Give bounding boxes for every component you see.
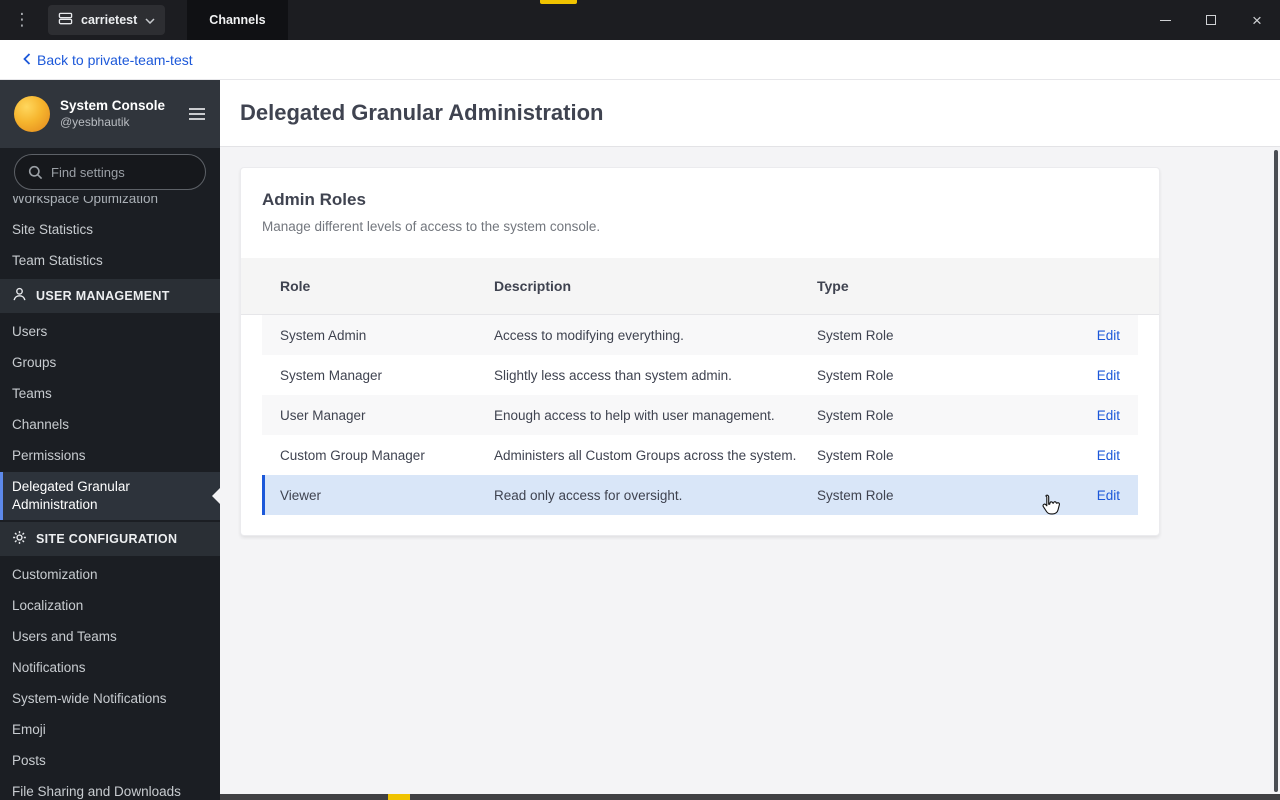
admin-roles-card: Admin Roles Manage different levels of a… <box>240 167 1160 536</box>
role-cell: System Admin <box>280 327 367 343</box>
type-cell: System Role <box>817 407 894 423</box>
type-cell: System Role <box>817 327 894 343</box>
section-site-configuration: SITE CONFIGURATION <box>0 522 220 556</box>
window-minimize-button[interactable] <box>1142 0 1188 40</box>
close-icon: × <box>1252 10 1262 30</box>
card-header: Admin Roles Manage different levels of a… <box>241 168 1159 258</box>
role-cell: User Manager <box>280 407 366 423</box>
sidebar-item-groups[interactable]: Groups <box>0 348 220 379</box>
card-title: Admin Roles <box>262 190 366 209</box>
sidebar-item-file-sharing-and-downloads[interactable]: File Sharing and Downloads <box>0 777 220 800</box>
bottom-edge <box>220 794 1280 800</box>
main-content: Delegated Granular Administration Admin … <box>220 80 1280 800</box>
sidebar: System Console @yesbhautik Workspace Opt… <box>0 80 220 800</box>
window-controls: × <box>1142 0 1280 40</box>
sidebar-item-localization[interactable]: Localization <box>0 591 220 622</box>
table-row-highlighted: Viewer Read only access for oversight. S… <box>262 475 1138 515</box>
type-cell: System Role <box>817 487 894 503</box>
description-cell: Enough access to help with user manageme… <box>494 407 775 423</box>
table-row: System Admin Access to modifying everyth… <box>262 315 1138 355</box>
sidebar-item-channels[interactable]: Channels <box>0 410 220 441</box>
table-row: System Manager Slightly less access than… <box>262 355 1138 395</box>
card-subtitle: Manage different levels of access to the… <box>262 219 601 234</box>
window-maximize-button[interactable] <box>1188 0 1234 40</box>
sidebar-item-emoji[interactable]: Emoji <box>0 715 220 746</box>
role-cell: Viewer <box>280 487 322 503</box>
back-link[interactable]: Back to private-team-test <box>23 52 193 68</box>
console-username: @yesbhautik <box>60 114 130 129</box>
sidebar-item-users[interactable]: Users <box>0 317 220 348</box>
sidebar-item-workspace-optimization[interactable]: Workspace Optimization <box>0 196 220 215</box>
screen-share-indicator-bottom <box>388 794 410 800</box>
team-name: carrietest <box>81 13 138 27</box>
edit-link[interactable]: Edit <box>1097 368 1120 383</box>
section-user-management-label: USER MANAGEMENT <box>36 289 170 303</box>
sidebar-item-permissions[interactable]: Permissions <box>0 441 220 472</box>
page-body: Admin Roles Manage different levels of a… <box>220 147 1280 800</box>
description-cell: Administers all Custom Groups across the… <box>494 447 797 463</box>
section-user-management: USER MANAGEMENT <box>0 279 220 313</box>
maximize-icon <box>1206 15 1216 25</box>
settings-search-input[interactable] <box>14 154 206 190</box>
hamburger-menu-icon[interactable] <box>188 107 206 121</box>
titlebar: ⋮ carrietest Channels × <box>0 0 1280 40</box>
sidebar-item-system-wide-notifications[interactable]: System-wide Notifications <box>0 684 220 715</box>
settings-search <box>0 148 220 196</box>
app-menu-icon[interactable]: ⋮ <box>0 10 44 30</box>
description-cell: Access to modifying everything. <box>494 327 684 343</box>
sidebar-item-team-statistics[interactable]: Team Statistics <box>0 246 220 277</box>
table-row: User Manager Enough access to help with … <box>262 395 1138 435</box>
role-cell: Custom Group Manager <box>280 447 425 463</box>
vertical-scrollbar[interactable] <box>1274 150 1278 792</box>
column-role: Role <box>280 278 311 294</box>
edit-link[interactable]: Edit <box>1097 328 1120 343</box>
team-selector[interactable]: carrietest <box>48 5 166 35</box>
minimize-icon <box>1159 19 1171 21</box>
sidebar-header: System Console @yesbhautik <box>0 80 220 148</box>
sidebar-item-delegated-granular-administration[interactable]: Delegated Granular Administration <box>0 472 220 520</box>
window-close-button[interactable]: × <box>1234 0 1280 40</box>
screen-share-indicator <box>540 0 577 4</box>
content-area: System Console @yesbhautik Workspace Opt… <box>0 80 1280 800</box>
sidebar-item-teams[interactable]: Teams <box>0 379 220 410</box>
user-icon <box>12 287 27 305</box>
gear-icon <box>12 530 27 548</box>
sidebar-item-notifications[interactable]: Notifications <box>0 653 220 684</box>
console-title: System Console <box>60 98 166 114</box>
edit-link[interactable]: Edit <box>1097 448 1120 463</box>
sidebar-item-site-statistics[interactable]: Site Statistics <box>0 215 220 246</box>
edit-link[interactable]: Edit <box>1097 488 1120 503</box>
back-chevron-icon <box>23 52 31 68</box>
avatar <box>14 96 50 132</box>
table-body: System Admin Access to modifying everyth… <box>241 315 1159 515</box>
chevron-down-icon <box>145 13 155 27</box>
console-titles: System Console @yesbhautik <box>60 97 165 130</box>
edit-link[interactable]: Edit <box>1097 408 1120 423</box>
sidebar-item-posts[interactable]: Posts <box>0 746 220 777</box>
page-title: Delegated Granular Administration <box>240 100 604 125</box>
sidebar-item-users-and-teams[interactable]: Users and Teams <box>0 622 220 653</box>
column-type: Type <box>817 278 849 294</box>
sidebar-nav: Workspace Optimization Site Statistics T… <box>0 196 220 800</box>
team-icon <box>58 11 73 29</box>
type-cell: System Role <box>817 447 894 463</box>
column-description: Description <box>494 278 572 294</box>
description-cell: Read only access for oversight. <box>494 487 683 503</box>
table-row: Custom Group Manager Administers all Cus… <box>262 435 1138 475</box>
tab-channels[interactable]: Channels <box>187 0 288 40</box>
section-site-configuration-label: SITE CONFIGURATION <box>36 532 178 546</box>
description-cell: Slightly less access than system admin. <box>494 367 732 383</box>
backbar: Back to private-team-test <box>0 40 1280 80</box>
sidebar-item-customization[interactable]: Customization <box>0 560 220 591</box>
table-header: Role Description Type <box>241 258 1159 315</box>
type-cell: System Role <box>817 367 894 383</box>
page-header: Delegated Granular Administration <box>220 80 1280 147</box>
back-link-label: Back to private-team-test <box>37 51 193 68</box>
role-cell: System Manager <box>280 367 383 383</box>
